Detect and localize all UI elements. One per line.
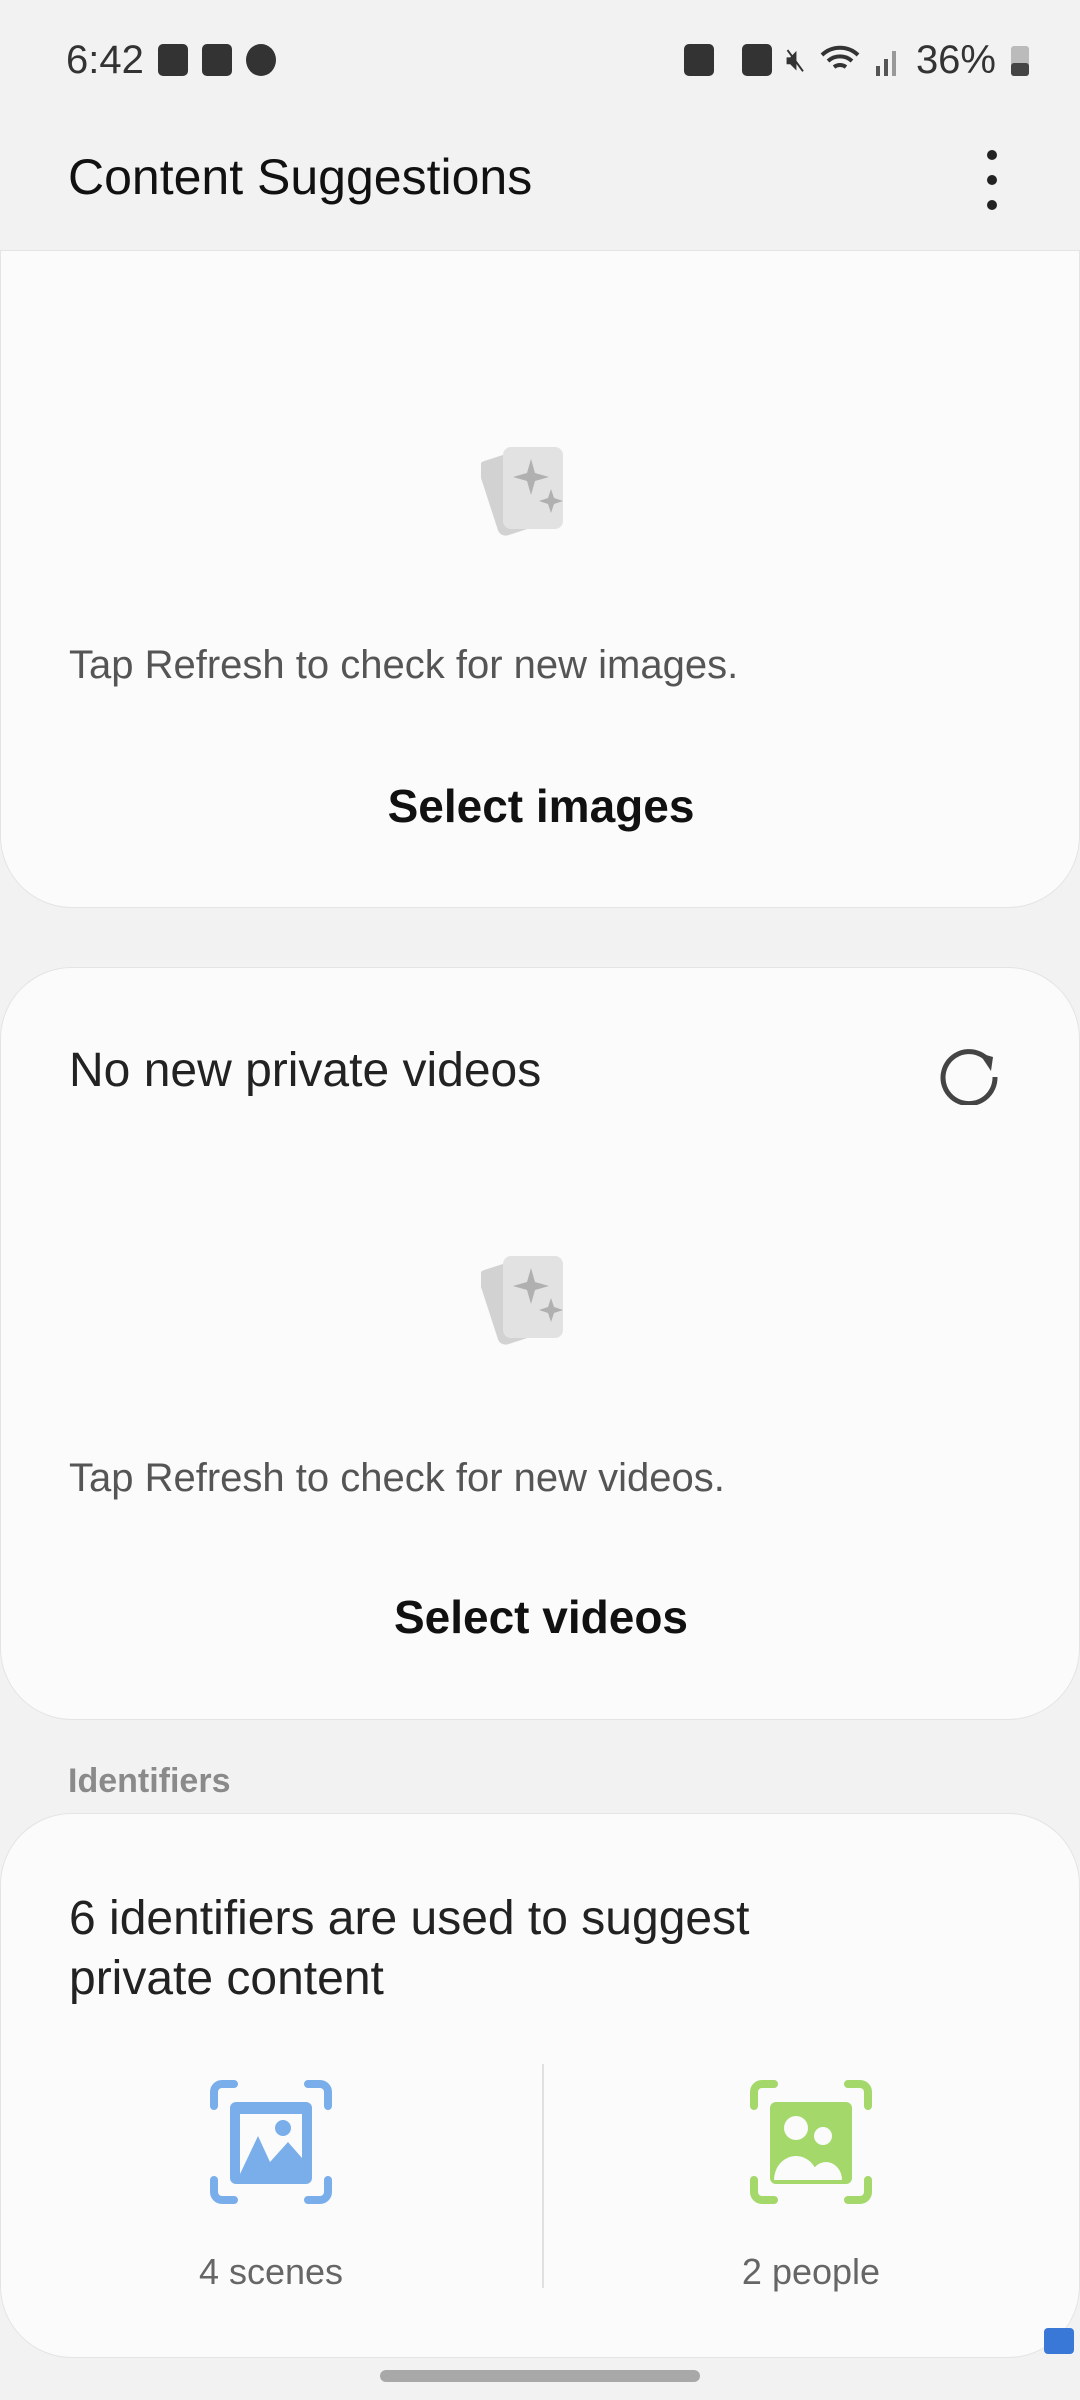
secure-folder-icon [683,44,714,76]
gallery-icon [157,44,188,76]
signal-icon [875,51,896,76]
battery-icon [1011,46,1029,76]
people-count: 2 people [741,2251,881,2292]
select-videos-button[interactable]: Select videos [1,1590,1080,1644]
status-bar: 6:42 🔇︎ 36% [66,30,1030,90]
refresh-icon[interactable] [939,1041,1003,1105]
section-header-identifiers: Identifiers [68,1762,231,1800]
do-not-disturb-icon [245,44,276,76]
more-options-button[interactable] [980,150,1004,210]
identifier-people[interactable]: 2 people [541,2080,1080,2293]
identifier-scenes[interactable]: 4 scenes [1,2080,541,2293]
gallery-icon [201,44,232,76]
identifiers-title: 6 identifiers are used to suggest privat… [69,1892,750,2005]
page-title: Content Suggestions [68,149,533,205]
videos-hint: Tap Refresh to check for new videos. [69,1456,725,1500]
scenes-count: 4 scenes [198,2251,344,2292]
work-profile-icon [741,44,772,76]
wifi-icon [820,45,860,69]
sparkle-cards-icon [481,447,563,536]
select-images-button[interactable]: Select images [1,779,1080,833]
secure-folder-badge-icon [1044,2328,1074,2354]
more-vert-icon [987,150,997,160]
images-hint: Tap Refresh to check for new images. [69,643,739,687]
people-icon [750,2080,872,2204]
images-card: Tap Refresh to check for new images. Sel… [0,250,1080,908]
mute-icon: 🔇︎ [785,41,806,77]
battery-percent: 36% [915,37,996,82]
identifiers-card[interactable]: 6 identifiers are used to suggest privat… [0,1813,1080,2358]
scene-icon [210,2080,332,2204]
status-time: 6:42 [66,37,144,82]
videos-card: No new private videos Tap Refresh to che… [0,967,1080,1720]
home-indicator[interactable] [380,2370,700,2382]
sparkle-cards-icon [481,1256,563,1345]
videos-card-title: No new private videos [69,1044,542,1097]
